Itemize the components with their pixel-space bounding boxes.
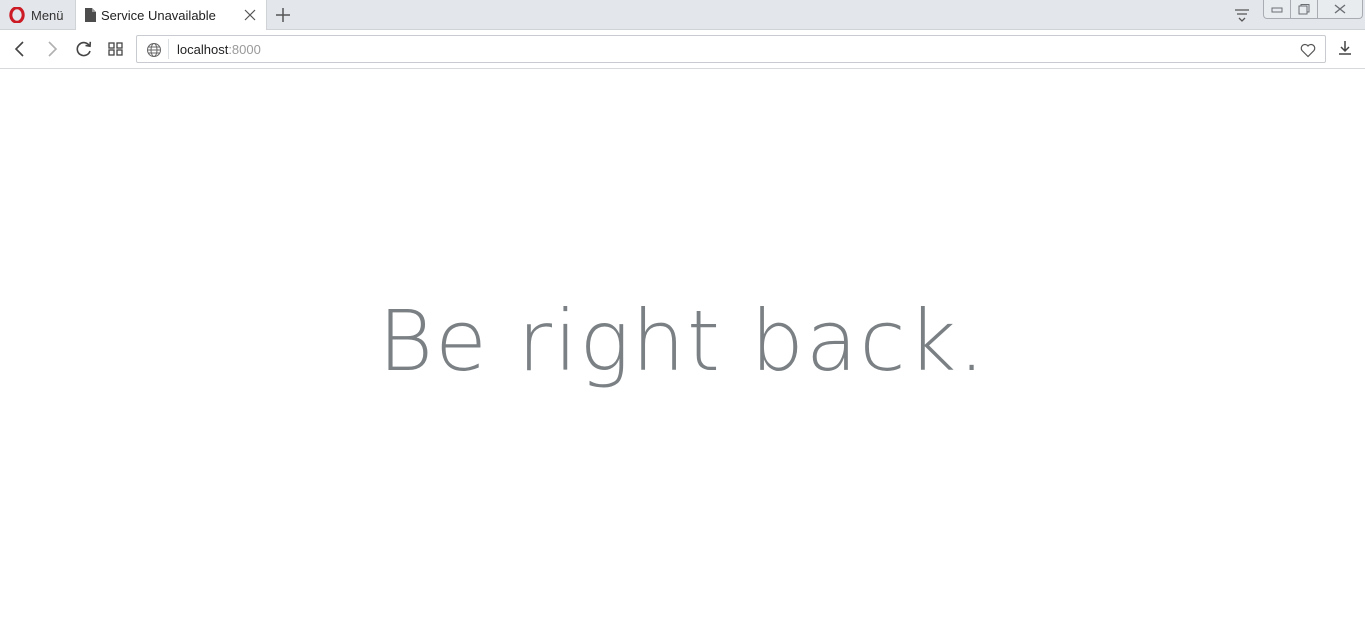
chevron-left-icon[interactable] xyxy=(10,39,30,59)
menu-label: Menü xyxy=(31,7,64,23)
tab-strip: Menü Service Unavailable xyxy=(0,0,1365,30)
browser-toolbar: localhost:8000 xyxy=(0,30,1365,69)
close-window-icon xyxy=(1334,4,1346,14)
restore-icon xyxy=(1298,3,1310,14)
close-icon[interactable] xyxy=(242,7,258,23)
opera-logo-icon xyxy=(9,7,25,23)
minimize-button[interactable] xyxy=(1263,0,1291,19)
maximize-button[interactable] xyxy=(1290,0,1318,19)
address-bar[interactable]: localhost:8000 xyxy=(136,35,1326,63)
plus-icon[interactable] xyxy=(272,4,294,26)
download-icon[interactable] xyxy=(1335,38,1355,58)
file-icon xyxy=(85,8,96,22)
minimize-icon xyxy=(1271,7,1283,13)
globe-icon[interactable] xyxy=(146,42,162,58)
page-content: Be right back. xyxy=(0,70,1365,622)
url-host: localhost xyxy=(177,42,229,57)
heart-icon[interactable] xyxy=(1299,41,1317,59)
url-text[interactable]: localhost:8000 xyxy=(177,42,261,57)
opera-menu-button[interactable]: Menü xyxy=(0,0,74,30)
tab-menu-icon[interactable] xyxy=(1233,6,1251,24)
tab-active[interactable]: Service Unavailable xyxy=(75,0,267,30)
url-port: :8000 xyxy=(228,42,261,57)
chevron-right-icon[interactable] xyxy=(42,39,62,59)
close-window-button[interactable] xyxy=(1317,0,1363,19)
headline: Be right back. xyxy=(378,292,987,390)
reload-icon[interactable] xyxy=(74,39,94,59)
tab-title: Service Unavailable xyxy=(101,7,216,23)
address-separator xyxy=(168,39,169,59)
grid-icon[interactable] xyxy=(106,39,126,59)
